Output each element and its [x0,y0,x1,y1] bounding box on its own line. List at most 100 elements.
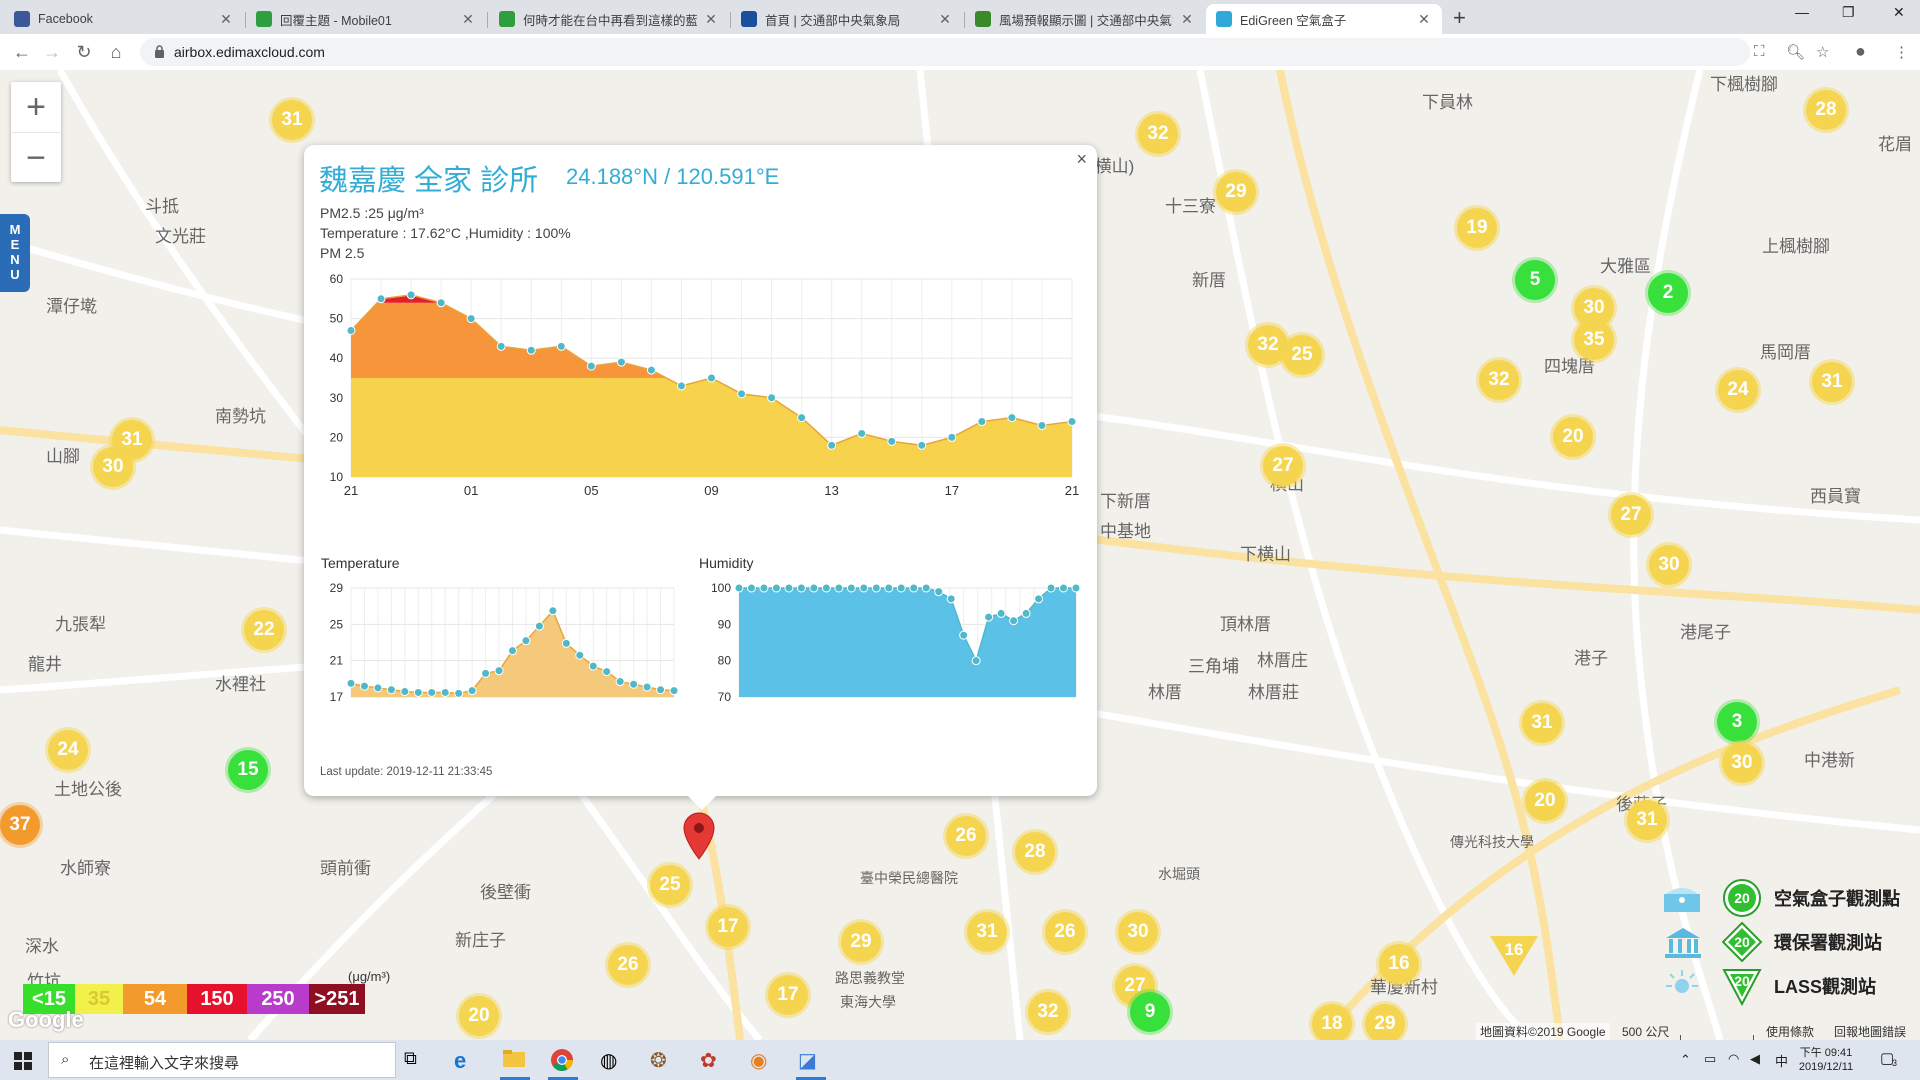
station-type-legend-item[interactable]: 20 環保署觀測站 [1660,922,1882,962]
browser-tab[interactable]: EdiGreen 空氣盒子 ✕ [1206,4,1442,34]
zoom-out-button[interactable]: − [11,133,61,183]
airbox-marker[interactable]: 30 [1722,743,1762,783]
airbox-marker[interactable]: 32 [1138,114,1178,154]
airbox-marker[interactable]: 17 [708,907,748,947]
edge-icon[interactable]: e [454,1048,478,1073]
airbox-marker[interactable]: 29 [841,922,881,962]
airbox-marker[interactable]: 27 [1263,446,1303,486]
airbox-marker[interactable]: 32 [1479,360,1519,400]
windows-start-icon[interactable] [14,1052,32,1070]
taskbar-search-box[interactable]: ⌕ 在這裡輸入文字來搜尋 [48,1042,396,1078]
airbox-marker[interactable]: 20 [1553,417,1593,457]
pm-level-band [351,378,1072,477]
airbox-marker[interactable]: 31 [1812,362,1852,402]
station-type-legend-item[interactable]: 20 空氣盒子觀測點 [1660,878,1900,918]
airbox-marker[interactable]: 25 [650,865,690,905]
airbox-marker[interactable]: 26 [946,816,986,856]
airbox-marker[interactable]: 27 [1611,495,1651,535]
report-error-link[interactable]: 回報地圖錯誤 [1834,1023,1906,1040]
airbox-marker[interactable]: 31 [272,100,312,140]
airbox-marker[interactable]: 28 [1806,90,1846,130]
browser-tab[interactable]: 首頁 | 交通部中央氣象局 ✕ [731,4,963,34]
clock-date[interactable]: 2019/12/11 [1796,1061,1856,1073]
airbox-marker[interactable]: 9 [1130,992,1170,1032]
menu-button[interactable]: MENU [0,214,30,292]
airbox-marker[interactable]: 24 [48,730,88,770]
airbox-marker[interactable]: 30 [1118,912,1158,952]
home-icon[interactable]: ⌂ [104,40,128,64]
maximize-button[interactable]: ❐ [1842,4,1855,21]
station-badge-value: 20 [1734,890,1750,906]
station-type-legend-item[interactable]: 20 LASS觀測站 [1660,966,1876,1006]
location-pin-icon[interactable] [682,812,716,860]
airbox-marker[interactable]: 22 [244,610,284,650]
browser-tab[interactable]: 何時才能在台中再看到這樣的藍天 ✕ [489,4,729,34]
airbox-marker[interactable]: 17 [768,975,808,1015]
app-icon-2[interactable]: ❂ [650,1048,674,1072]
airbox-marker[interactable]: 31 [967,912,1007,952]
tab-close-icon[interactable]: ✕ [218,11,234,28]
minimize-button[interactable]: — [1795,4,1809,20]
airbox-marker[interactable]: 3 [1717,702,1757,742]
airbox-marker[interactable]: 26 [1045,912,1085,952]
airbox-marker[interactable]: 5 [1515,260,1555,300]
airbox-marker[interactable]: 30 [1649,545,1689,585]
ime-indicator[interactable]: 中 [1775,1051,1788,1070]
profile-icon[interactable]: ● [1855,41,1866,62]
airbox-marker[interactable]: 28 [1015,832,1055,872]
volume-icon[interactable]: ◀︎ [1750,1051,1760,1067]
terms-link[interactable]: 使用條款 [1766,1023,1814,1040]
network-icon[interactable]: ◠ [1728,1051,1739,1067]
data-point [1034,594,1044,604]
task-view-icon[interactable]: ⧉ [404,1048,428,1072]
browser-tab[interactable]: 風場預報顯示圖 | 交通部中央氣象局 ✕ [965,4,1205,34]
airbox-marker[interactable]: 35 [1574,320,1614,360]
airbox-marker[interactable]: 20 [1525,781,1565,821]
forward-icon[interactable]: → [40,40,64,64]
tab-close-icon[interactable]: ✕ [937,11,953,28]
airbox-marker[interactable]: 20 [459,996,499,1036]
tab-close-icon[interactable]: ✕ [1416,11,1432,28]
airbox-marker[interactable]: 30 [93,447,133,487]
browser-tab[interactable]: Facebook ✕ [4,4,244,34]
airbox-marker[interactable]: 37 [0,805,40,845]
airbox-marker[interactable]: 29 [1216,172,1256,212]
airbox-marker[interactable]: 31 [1522,703,1562,743]
new-tab-button[interactable]: + [1453,5,1466,31]
zoom-icon[interactable]: 🔍︎ [1786,43,1805,61]
battery-icon[interactable]: ▭ [1704,1051,1716,1067]
tab-close-icon[interactable]: ✕ [1179,11,1195,28]
bookmark-star-icon[interactable]: ☆ [1816,43,1829,61]
airbox-marker[interactable]: 26 [608,945,648,985]
app-icon-3[interactable]: ✿ [700,1048,724,1072]
reload-icon[interactable]: ↻ [72,40,96,64]
tab-close-icon[interactable]: ✕ [460,11,476,28]
browser-tab[interactable]: 回覆主題 - Mobile01 ✕ [246,4,486,34]
zoom-in-button[interactable]: + [11,82,61,133]
airbox-marker[interactable]: 32 [1028,992,1068,1032]
map-scale[interactable]: 500 公尺 [1622,1023,1669,1040]
file-explorer-icon[interactable] [502,1048,526,1072]
airbox-marker[interactable]: 2 [1648,273,1688,313]
app-icon-1[interactable]: ◍ [600,1048,624,1072]
popup-close-button[interactable]: × [1076,149,1087,170]
close-window-button[interactable]: ✕ [1893,4,1905,21]
back-icon[interactable]: ← [10,40,34,64]
address-bar[interactable]: airbox.edimaxcloud.com [140,38,1750,66]
app-icon-4[interactable]: ◉ [750,1048,774,1072]
menu-kebab-icon[interactable]: ⋮ [1894,43,1909,61]
app-icon-5[interactable]: ◪ [798,1048,822,1072]
airbox-marker[interactable]: 18 [1312,1004,1352,1040]
clock-time[interactable]: 下午 09:41 [1796,1044,1856,1060]
airbox-marker[interactable]: 16 [1379,944,1419,984]
airbox-marker[interactable]: 15 [228,750,268,790]
airbox-marker[interactable]: 24 [1718,370,1758,410]
airbox-marker[interactable]: 29 [1365,1004,1405,1040]
tab-close-icon[interactable]: ✕ [703,11,719,28]
airbox-marker[interactable]: 19 [1457,208,1497,248]
translate-icon[interactable]: ⛶ [1754,43,1765,60]
chrome-icon[interactable] [550,1048,574,1072]
airbox-marker[interactable]: 25 [1282,335,1322,375]
tray-chevron-icon[interactable]: ⌃ [1680,1052,1691,1068]
airbox-marker[interactable]: 31 [1627,800,1667,840]
